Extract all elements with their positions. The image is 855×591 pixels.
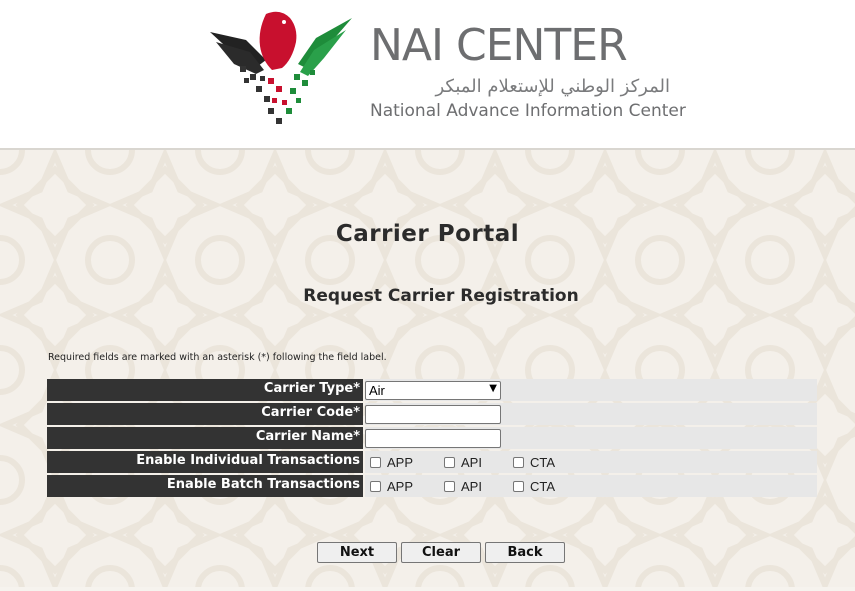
individual-cta-option[interactable]: CTA — [508, 455, 555, 470]
carrier-code-cell — [365, 403, 817, 425]
brand-name: NAI CENTER — [370, 20, 628, 71]
required-note: Required fields are marked with an aster… — [48, 352, 387, 363]
batch-api-checkbox[interactable] — [444, 480, 456, 492]
carrier-name-input[interactable] — [365, 428, 501, 448]
individual-cta-label: CTA — [529, 454, 556, 470]
carrier-name-cell — [365, 427, 817, 449]
batch-app-label: APP — [387, 478, 414, 494]
carrier-type-select[interactable]: Air ▼ — [365, 380, 501, 400]
batch-app-checkbox[interactable] — [370, 480, 381, 492]
individual-cta-checkbox[interactable] — [512, 456, 524, 468]
individual-api-checkbox[interactable] — [444, 456, 456, 468]
individual-app-checkbox[interactable] — [370, 456, 381, 468]
batch-cta-option[interactable]: CTA — [508, 479, 555, 494]
header: NAI CENTER المركز الوطني للإستعلام المبك… — [0, 0, 855, 150]
registration-form: Carrier Type* Air ▼ Carrier Code* Carrie… — [47, 379, 817, 499]
carrier-code-label: Carrier Code* — [47, 403, 363, 425]
carrier-type-label: Carrier Type* — [47, 379, 363, 401]
background-pattern — [0, 150, 855, 587]
individual-transactions-label: Enable Individual Transactions — [47, 451, 363, 473]
clear-button[interactable]: Clear — [401, 542, 481, 563]
batch-api-option[interactable]: API — [439, 479, 482, 494]
brand-arabic: المركز الوطني للإستعلام المبكر — [435, 76, 670, 97]
page-subtitle: Request Carrier Registration — [303, 286, 579, 306]
batch-app-option[interactable]: APP — [365, 479, 413, 494]
batch-cta-checkbox[interactable] — [512, 480, 524, 492]
row-batch-transactions: Enable Batch Transactions APP API CTA — [47, 475, 817, 497]
row-carrier-name: Carrier Name* — [47, 427, 817, 449]
carrier-name-label: Carrier Name* — [47, 427, 363, 449]
row-carrier-code: Carrier Code* — [47, 403, 817, 425]
next-button[interactable]: Next — [317, 542, 397, 563]
row-carrier-type: Carrier Type* Air ▼ — [47, 379, 817, 401]
individual-api-option[interactable]: API — [439, 455, 482, 470]
batch-transactions-label: Enable Batch Transactions — [47, 475, 363, 497]
individual-transactions-cell: APP API CTA — [365, 451, 817, 473]
individual-app-label: APP — [387, 454, 414, 470]
form-buttons: Next Clear Back — [317, 542, 565, 563]
nai-logo-icon — [210, 11, 352, 124]
carrier-type-cell: Air ▼ — [365, 379, 817, 401]
batch-transactions-cell: APP API CTA — [365, 475, 817, 497]
batch-api-label: API — [461, 478, 482, 494]
carrier-code-input[interactable] — [365, 404, 501, 424]
back-button[interactable]: Back — [485, 542, 565, 563]
brand-english: National Advance Information Center — [370, 101, 686, 121]
page-title: Carrier Portal — [335, 221, 520, 247]
geometric-pattern-icon — [0, 150, 855, 587]
brand-block: NAI CENTER المركز الوطني للإستعلام المبك… — [370, 18, 686, 122]
batch-cta-label: CTA — [529, 478, 556, 494]
row-individual-transactions: Enable Individual Transactions APP API C… — [47, 451, 817, 473]
individual-api-label: API — [461, 454, 482, 470]
carrier-type-dropdown[interactable]: Air — [365, 380, 501, 400]
individual-app-option[interactable]: APP — [365, 455, 413, 470]
